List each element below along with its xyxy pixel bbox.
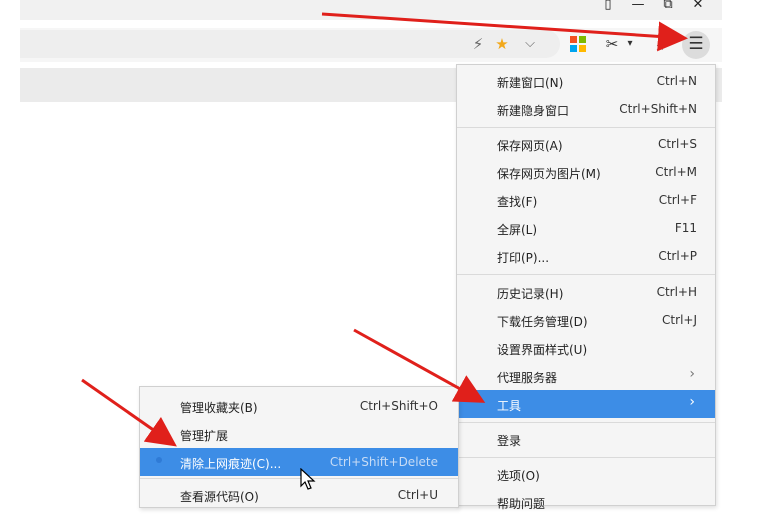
annotation-arrow-clear xyxy=(81,378,177,447)
annotation-arrow-tools xyxy=(353,328,486,403)
annotation-arrows xyxy=(81,12,688,447)
annotation-arrow-menu xyxy=(321,12,688,52)
